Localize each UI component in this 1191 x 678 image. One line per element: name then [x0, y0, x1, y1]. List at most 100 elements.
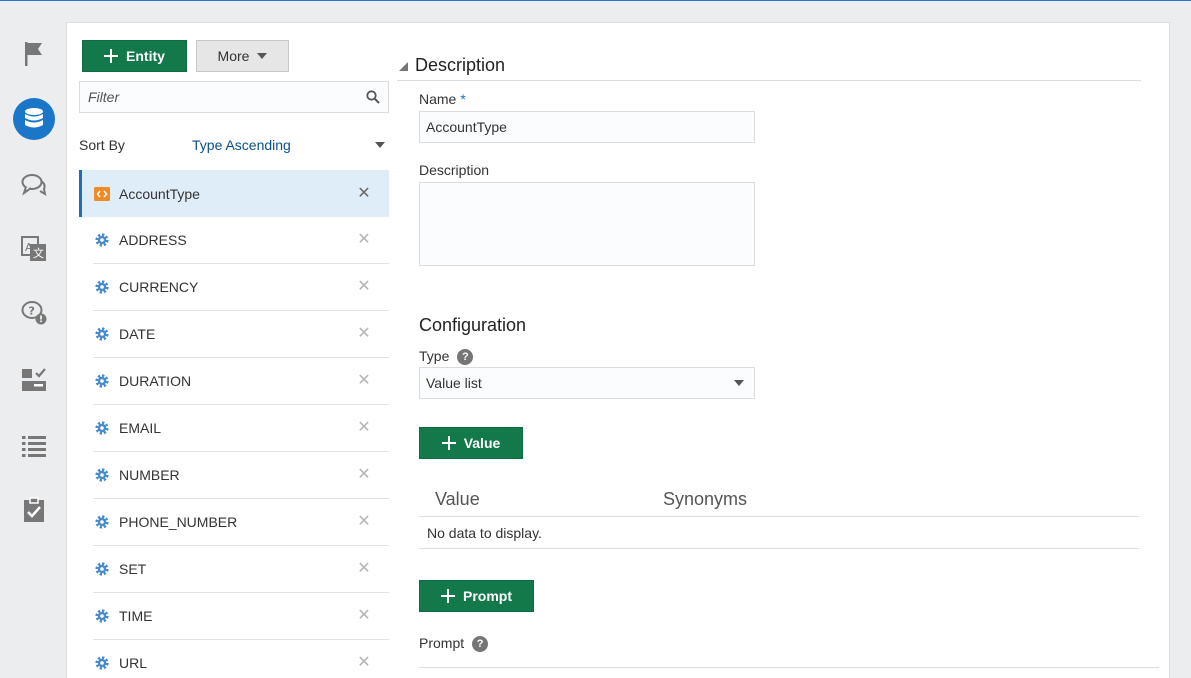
database-icon[interactable] — [13, 98, 55, 140]
description-section-header[interactable]: Description — [397, 51, 1141, 81]
custom-entity-icon — [93, 185, 111, 203]
add-value-button[interactable]: Value — [419, 427, 523, 459]
help-icon[interactable]: ? — [472, 636, 489, 653]
chat-bubbles-icon[interactable] — [13, 164, 55, 206]
gear-icon — [93, 419, 111, 437]
entity-row-accounttype[interactable]: AccountType ✕ — [79, 170, 389, 217]
entity-row-email[interactable]: EMAIL ✕ — [79, 405, 389, 452]
entity-name: ADDRESS — [119, 232, 187, 248]
delete-icon[interactable]: ✕ — [357, 232, 371, 248]
gear-icon — [93, 278, 111, 296]
entity-name: PHONE_NUMBER — [119, 514, 238, 530]
collapse-triangle-icon[interactable] — [397, 60, 409, 72]
entity-row-date[interactable]: DATE ✕ — [79, 311, 389, 358]
name-field[interactable]: AccountType — [419, 111, 755, 143]
entity-row-duration[interactable]: DURATION ✕ — [79, 358, 389, 405]
prompt-label: Prompt? — [419, 635, 489, 653]
search-icon[interactable] — [366, 90, 380, 104]
delete-icon[interactable]: ✕ — [357, 655, 371, 671]
entity-row-phone-number[interactable]: PHONE_NUMBER ✕ — [79, 499, 389, 546]
prompt-divider — [419, 667, 1159, 668]
entity-row-set[interactable]: SET ✕ — [79, 546, 389, 593]
column-header-synonyms[interactable]: Synonyms — [663, 489, 747, 510]
clipboard-check-icon[interactable] — [13, 489, 55, 531]
entity-row-address[interactable]: ADDRESS ✕ — [79, 217, 389, 264]
gear-icon — [93, 231, 111, 249]
delete-icon[interactable]: ✕ — [357, 467, 371, 483]
filter-box — [79, 81, 389, 113]
entity-row-number[interactable]: NUMBER ✕ — [79, 452, 389, 499]
translate-icon[interactable]: A文 — [13, 228, 55, 270]
gear-icon — [93, 466, 111, 484]
entity-name: SET — [119, 561, 147, 577]
delete-icon[interactable]: ✕ — [357, 420, 371, 436]
description-label: Description — [419, 162, 490, 178]
entities-panel: Entity More Sort By Type Ascending Accou… — [66, 22, 1170, 678]
add-entity-button[interactable]: Entity — [82, 40, 187, 72]
delete-icon[interactable]: ✕ — [357, 373, 371, 389]
type-select[interactable]: Value list — [419, 367, 755, 399]
entity-name: EMAIL — [119, 420, 162, 436]
prompt-label-text: Prompt — [419, 635, 465, 651]
add-prompt-button[interactable]: Prompt — [419, 580, 534, 612]
entity-name: DURATION — [119, 373, 192, 389]
type-label-text: Type — [419, 348, 450, 364]
required-marker: * — [460, 91, 466, 107]
question-chat-icon[interactable]: ? — [13, 292, 55, 334]
gear-icon — [93, 513, 111, 531]
components-icon[interactable] — [13, 359, 55, 401]
entity-name: AccountType — [119, 185, 200, 202]
filter-input[interactable] — [88, 89, 366, 105]
entity-name: NUMBER — [119, 467, 180, 483]
plus-icon — [104, 49, 119, 63]
delete-icon[interactable]: ✕ — [357, 326, 371, 342]
caret-down-icon — [257, 53, 268, 59]
add-prompt-label: Prompt — [463, 588, 512, 604]
list-icon[interactable] — [13, 425, 55, 467]
description-field[interactable] — [419, 182, 755, 266]
entity-name: CURRENCY — [119, 279, 199, 295]
help-icon[interactable]: ? — [457, 349, 474, 366]
type-label: Type? — [419, 348, 474, 366]
entity-row-currency[interactable]: CURRENCY ✕ — [79, 264, 389, 311]
values-table-empty: No data to display. — [419, 517, 1139, 549]
add-value-label: Value — [463, 435, 501, 451]
sort-caret-icon[interactable] — [375, 142, 385, 148]
navigation-rail: A文 ? — [0, 1, 66, 678]
entity-row-url[interactable]: URL ✕ — [79, 640, 389, 678]
description-section-title: Description — [415, 55, 506, 75]
type-select-value: Value list — [426, 375, 482, 391]
caret-down-icon — [734, 380, 744, 386]
sort-by-select[interactable]: Type Ascending — [192, 137, 375, 153]
values-table-header: Value Synonyms — [419, 483, 1139, 517]
delete-icon[interactable]: ✕ — [357, 279, 371, 295]
column-header-value[interactable]: Value — [419, 489, 663, 510]
entity-list: AccountType ✕ ADDRESS ✕ CURRENCY ✕ DATE … — [79, 170, 389, 678]
entity-row-time[interactable]: TIME ✕ — [79, 593, 389, 640]
plus-icon — [441, 436, 456, 450]
gear-icon — [93, 607, 111, 625]
flag-icon[interactable] — [13, 33, 55, 75]
delete-icon[interactable]: ✕ — [357, 561, 371, 577]
sort-by-row: Sort By Type Ascending — [79, 131, 389, 159]
gear-icon — [93, 654, 111, 672]
delete-icon[interactable]: ✕ — [357, 608, 371, 624]
entity-name: URL — [119, 655, 148, 671]
add-entity-label: Entity — [126, 48, 165, 64]
name-label-text: Name — [419, 91, 457, 107]
entity-name: DATE — [119, 326, 156, 342]
svg-text:文: 文 — [33, 246, 44, 260]
name-label: Name * — [419, 91, 466, 107]
gear-icon — [93, 560, 111, 578]
gear-icon — [93, 372, 111, 390]
configuration-title: Configuration — [419, 315, 527, 335]
gear-icon — [93, 325, 111, 343]
plus-icon — [441, 589, 455, 603]
delete-icon[interactable]: ✕ — [357, 514, 371, 530]
delete-icon[interactable]: ✕ — [357, 185, 371, 201]
more-label: More — [217, 48, 250, 64]
svg-text:?: ? — [29, 305, 35, 318]
sort-by-label: Sort By — [79, 137, 125, 153]
more-menu-button[interactable]: More — [196, 40, 289, 72]
entity-name: TIME — [119, 608, 153, 624]
